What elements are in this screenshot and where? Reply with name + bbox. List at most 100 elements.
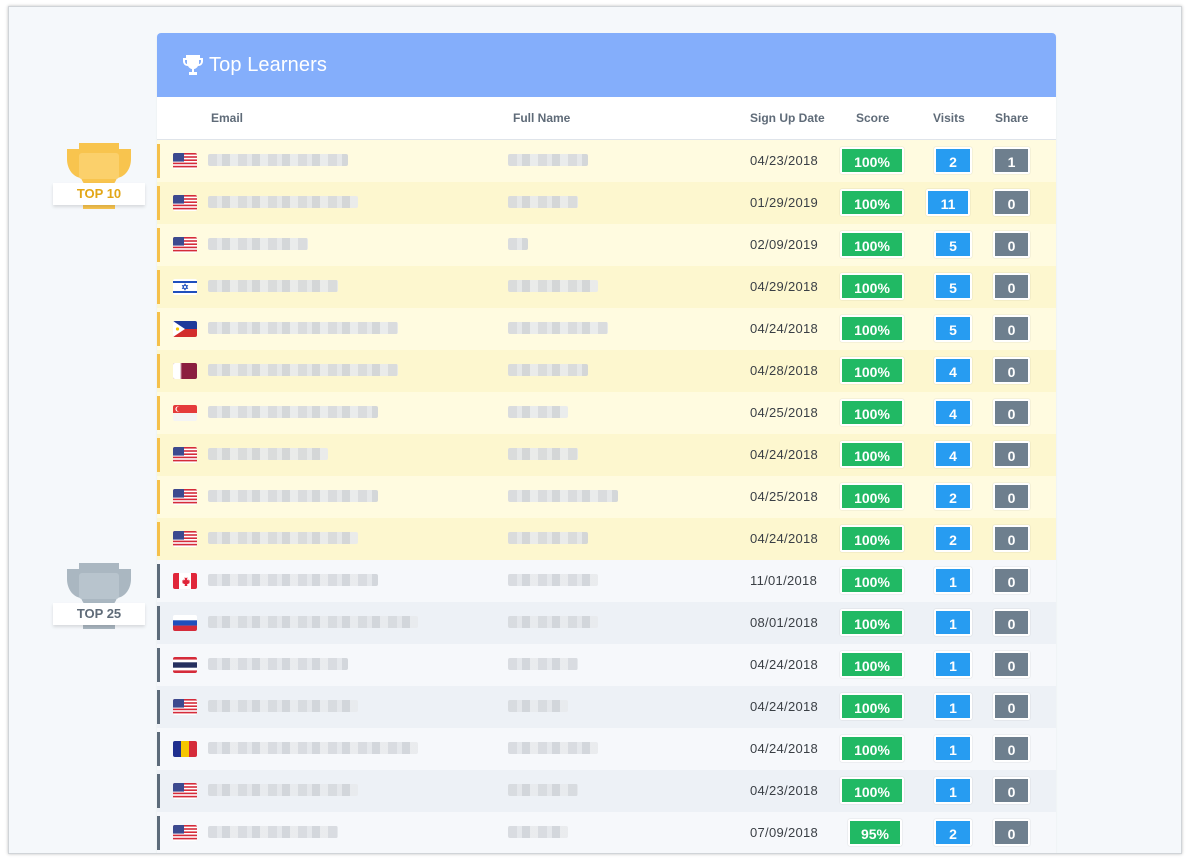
flag-il-icon	[173, 279, 197, 295]
tier-indicator	[157, 438, 160, 472]
col-signup-date[interactable]: Sign Up Date	[750, 111, 825, 125]
table-row[interactable]: 04/24/2018 100% 1 0	[157, 644, 1056, 686]
email-redacted	[208, 700, 358, 712]
email-redacted	[208, 322, 398, 334]
table-row[interactable]: 04/25/2018 100% 2 0	[157, 476, 1056, 518]
top10-label: TOP 10	[53, 183, 145, 205]
full-name-redacted	[508, 700, 568, 712]
share-badge: 1	[993, 147, 1030, 174]
share-badge: 0	[993, 273, 1030, 300]
tier-indicator	[157, 228, 160, 262]
visits-badge: 1	[934, 693, 972, 720]
score-badge: 100%	[840, 567, 904, 594]
leaderboard-card: Top Learners Email Full Name Sign Up Dat…	[157, 33, 1056, 853]
email-redacted	[208, 196, 358, 208]
flag-us-icon	[173, 489, 197, 505]
table-row[interactable]: 04/23/2018 100% 1 0	[157, 770, 1056, 812]
table-row[interactable]: 04/24/2018 100% 5 0	[157, 308, 1056, 350]
share-badge: 0	[993, 735, 1030, 762]
flag-ca-icon	[173, 573, 197, 589]
top25-badge: TOP 25	[49, 563, 149, 635]
visits-badge: 1	[934, 651, 972, 678]
signup-date: 04/25/2018	[750, 405, 819, 420]
full-name-redacted	[508, 784, 578, 796]
share-badge: 0	[993, 651, 1030, 678]
flag-us-icon	[173, 825, 197, 841]
full-name-redacted	[508, 448, 578, 460]
flag-ru-icon	[173, 615, 197, 631]
email-redacted	[208, 406, 378, 418]
visits-badge: 1	[934, 609, 972, 636]
table-row[interactable]: 04/24/2018 100% 2 0	[157, 518, 1056, 560]
signup-date: 07/09/2018	[750, 825, 819, 840]
flag-us-icon	[173, 783, 197, 799]
score-badge: 100%	[840, 483, 904, 510]
table-row[interactable]: 11/01/2018 100% 1 0	[157, 560, 1056, 602]
table-row[interactable]: 04/25/2018 100% 4 0	[157, 392, 1056, 434]
signup-date: 04/24/2018	[750, 531, 819, 546]
table-header: Email Full Name Sign Up Date Score Visit…	[157, 97, 1056, 140]
email-redacted	[208, 280, 338, 292]
tier-indicator	[157, 648, 160, 682]
email-redacted	[208, 616, 418, 628]
email-redacted	[208, 532, 358, 544]
full-name-redacted	[508, 406, 568, 418]
score-badge: 100%	[840, 441, 904, 468]
col-visits[interactable]: Visits	[933, 111, 965, 125]
full-name-redacted	[508, 742, 598, 754]
col-share[interactable]: Share	[995, 111, 1028, 125]
full-name-redacted	[508, 364, 588, 376]
signup-date: 04/24/2018	[750, 657, 819, 672]
table-row[interactable]: 08/01/2018 100% 1 0	[157, 602, 1056, 644]
visits-badge: 5	[934, 273, 972, 300]
share-badge: 0	[993, 189, 1030, 216]
table-row[interactable]: 04/28/2018 100% 4 0	[157, 350, 1056, 392]
signup-date: 04/29/2018	[750, 279, 819, 294]
table-row[interactable]: 04/24/2018 100% 1 0	[157, 686, 1056, 728]
flag-us-icon	[173, 531, 197, 547]
share-badge: 0	[993, 399, 1030, 426]
email-redacted	[208, 238, 308, 250]
score-badge: 100%	[840, 777, 904, 804]
visits-badge: 11	[926, 189, 970, 216]
share-badge: 0	[993, 777, 1030, 804]
visits-badge: 2	[934, 819, 972, 846]
visits-badge: 4	[934, 399, 972, 426]
flag-us-icon	[173, 237, 197, 253]
score-badge: 100%	[840, 609, 904, 636]
col-score[interactable]: Score	[856, 111, 889, 125]
tier-indicator	[157, 396, 160, 430]
col-full-name[interactable]: Full Name	[513, 111, 570, 125]
table-row[interactable]: 07/09/2018 95% 2 0	[157, 812, 1056, 853]
signup-date: 01/29/2019	[750, 195, 819, 210]
signup-date: 04/24/2018	[750, 447, 819, 462]
flag-qa-icon	[173, 363, 197, 379]
full-name-redacted	[508, 280, 598, 292]
signup-date: 11/01/2018	[750, 573, 818, 588]
share-badge: 0	[993, 441, 1030, 468]
signup-date: 04/23/2018	[750, 783, 819, 798]
table-row[interactable]: 04/24/2018 100% 4 0	[157, 434, 1056, 476]
table-row[interactable]: 02/09/2019 100% 5 0	[157, 224, 1056, 266]
email-redacted	[208, 826, 338, 838]
table-row[interactable]: 04/29/2018 100% 5 0	[157, 266, 1056, 308]
email-redacted	[208, 658, 348, 670]
table-row[interactable]: 01/29/2019 100% 11 0	[157, 182, 1056, 224]
score-badge: 100%	[840, 735, 904, 762]
flag-us-icon	[173, 447, 197, 463]
table-row[interactable]: 04/23/2018 100% 2 1	[157, 140, 1056, 182]
col-email[interactable]: Email	[211, 111, 243, 125]
share-badge: 0	[993, 609, 1030, 636]
signup-date: 04/23/2018	[750, 153, 819, 168]
top25-label: TOP 25	[53, 603, 145, 625]
visits-badge: 1	[934, 735, 972, 762]
share-badge: 0	[993, 231, 1030, 258]
table-row[interactable]: 04/24/2018 100% 1 0	[157, 728, 1056, 770]
flag-sg-icon	[173, 405, 197, 421]
score-badge: 100%	[840, 651, 904, 678]
email-redacted	[208, 490, 378, 502]
score-badge: 100%	[840, 147, 904, 174]
visits-badge: 4	[934, 357, 972, 384]
email-redacted	[208, 574, 378, 586]
tier-indicator	[157, 732, 160, 766]
